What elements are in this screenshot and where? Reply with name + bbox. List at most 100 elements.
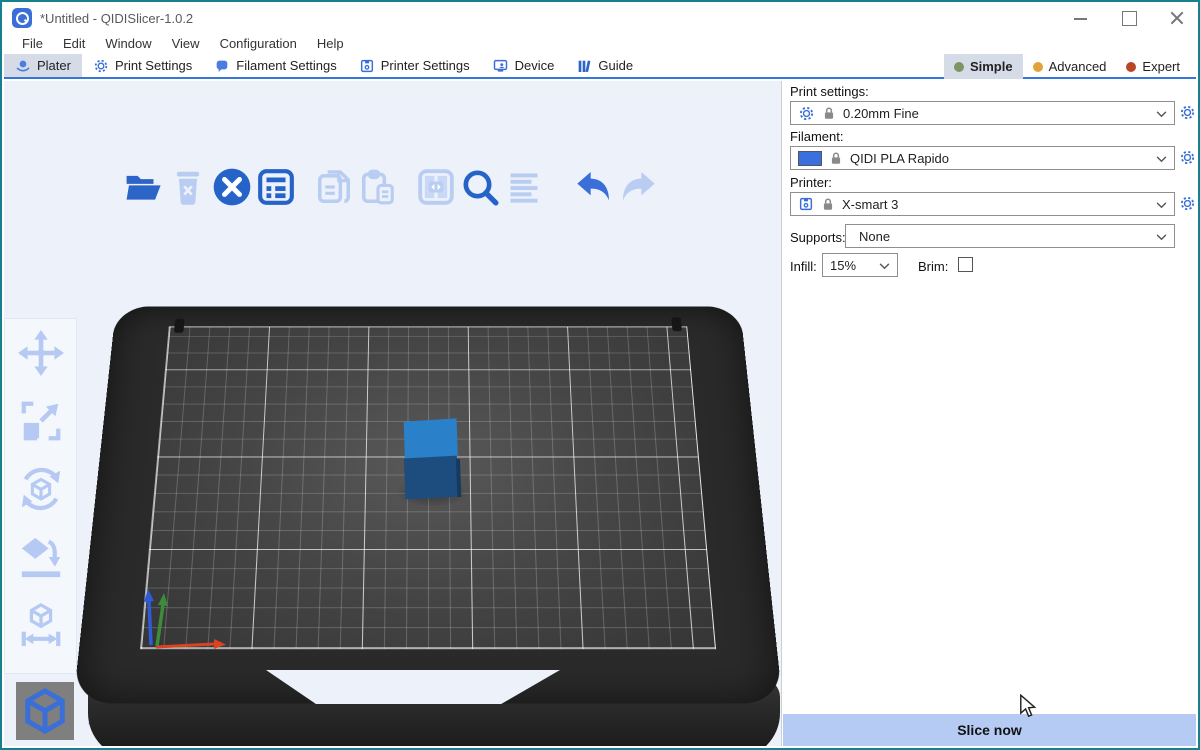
delete-button[interactable] [166,166,210,208]
gizmo-toolbar [4,318,77,674]
layers-list-icon [506,169,542,205]
undo-button[interactable] [572,166,616,208]
arrange-button[interactable] [254,166,298,208]
maximize-button[interactable] [1120,9,1138,27]
open-folder-button[interactable] [122,166,166,208]
print-settings-label: Print settings: [790,84,869,99]
expert-dot-icon [1126,62,1136,72]
printer-icon [798,196,814,212]
menu-help[interactable]: Help [307,34,354,53]
mode-simple[interactable]: Simple [944,54,1023,79]
search-button[interactable] [458,166,502,208]
scale-gizmo-button[interactable] [17,397,65,445]
menu-edit[interactable]: Edit [53,34,95,53]
model-cube[interactable] [403,419,462,501]
window-title: *Untitled - QIDISlicer-1.0.2 [40,11,193,26]
print-settings-gear-button[interactable] [1179,104,1196,121]
tab-label: Plater [37,58,71,73]
copy-button[interactable] [312,166,356,208]
device-icon [492,58,509,74]
menu-window[interactable]: Window [95,34,161,53]
cube-top-face [404,418,458,459]
3d-editor-view-button[interactable] [16,682,74,740]
printer-label: Printer: [790,175,832,190]
delete-icon [171,169,205,205]
rotate-icon [18,466,64,512]
rotate-gizmo-button[interactable] [17,465,65,513]
mode-label: Advanced [1049,59,1107,74]
infill-value: 15% [830,258,856,273]
filament-gear-button[interactable] [1179,149,1196,166]
printer-dropdown[interactable]: X-smart 3 [790,192,1175,216]
chevron-down-icon [879,263,890,270]
tab-guide[interactable]: Guide [565,54,644,77]
infill-dropdown[interactable]: 15% [822,253,898,277]
tab-bar: Plater Print Settings Filament Settings … [4,54,1196,79]
tab-plater[interactable]: Plater [4,54,82,77]
mode-switcher: Simple Advanced Expert [944,54,1190,79]
infill-label: Infill: [790,259,817,274]
tab-filament-settings[interactable]: Filament Settings [203,54,347,77]
undo-icon [574,170,614,204]
brim-label: Brim: [918,259,948,274]
copy-icon [315,168,353,206]
printer-gear-button[interactable] [1179,195,1196,212]
3d-editor-view-icon [22,688,68,734]
tab-label: Print Settings [115,58,192,73]
flatten-gizmo-button[interactable] [17,533,65,581]
tab-device[interactable]: Device [481,54,566,77]
tab-printer-settings[interactable]: Printer Settings [348,54,481,77]
plater-icon [15,58,31,74]
menu-bar: File Edit Window View Configuration Help [4,32,1196,54]
move-icon [18,330,64,376]
filament-dropdown[interactable]: QIDI PLA Rapido [790,146,1175,170]
mode-label: Simple [970,59,1013,74]
menu-view[interactable]: View [162,34,210,53]
print-settings-value: 0.20mm Fine [843,106,919,121]
guide-icon [576,58,592,74]
tab-label: Filament Settings [236,58,336,73]
tab-label: Guide [598,58,633,73]
instances-icon [417,168,455,206]
3d-viewport[interactable] [4,81,785,746]
delete-all-button[interactable] [210,166,254,208]
layers-list-button[interactable] [502,166,546,208]
top-toolbar [122,166,660,208]
qidislicer-window: *Untitled - QIDISlicer-1.0.2 File Edit W… [0,0,1200,750]
settings-panel: Print settings: 0.20mm Fine Filament: QI… [781,81,1196,746]
filament-label: Filament: [790,129,843,144]
slice-now-button[interactable]: Slice now [783,714,1196,746]
print-settings-dropdown[interactable]: 0.20mm Fine [790,101,1175,125]
advanced-dot-icon [1033,62,1043,72]
mode-expert[interactable]: Expert [1116,54,1190,79]
printer-value: X-smart 3 [842,197,898,212]
mode-advanced[interactable]: Advanced [1023,54,1117,79]
tab-print-settings[interactable]: Print Settings [82,54,203,77]
brim-checkbox[interactable] [958,257,973,272]
supports-label: Supports: [790,230,846,245]
instances-button[interactable] [414,166,458,208]
chevron-down-icon [1156,202,1167,209]
delete-all-icon [212,167,252,207]
menu-configuration[interactable]: Configuration [210,34,307,53]
redo-button[interactable] [616,166,660,208]
measure-gizmo-button[interactable] [17,601,65,649]
minimize-button[interactable] [1072,9,1090,27]
flatten-icon [18,534,64,580]
supports-dropdown[interactable]: None [845,224,1175,248]
printer-icon [359,58,375,74]
menu-file[interactable]: File [12,34,53,53]
supports-value: None [853,229,890,244]
close-button[interactable] [1168,9,1186,27]
filament-color-swatch [798,151,822,166]
move-gizmo-button[interactable] [17,329,65,377]
scale-icon [18,398,64,444]
cube-front-face [404,456,458,500]
app-logo-icon [12,8,32,28]
mode-label: Expert [1142,59,1180,74]
measure-icon [18,602,64,648]
lock-icon [822,106,836,121]
paste-button[interactable] [356,166,400,208]
tab-label: Printer Settings [381,58,470,73]
gear-icon [93,58,109,74]
